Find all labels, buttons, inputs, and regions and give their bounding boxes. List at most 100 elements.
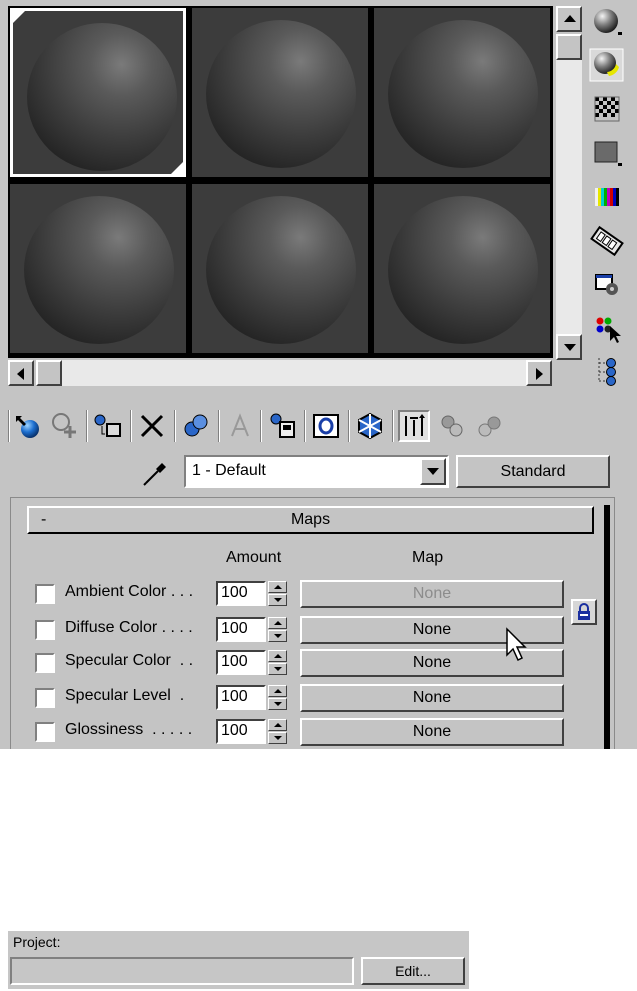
pick-material-eyedropper-icon[interactable] [140, 457, 172, 489]
specular-color-enable-checkbox[interactable] [35, 653, 55, 673]
material-effects-channel-icon[interactable] [266, 410, 298, 442]
specular-level-amount-spinner[interactable] [268, 685, 287, 710]
material-editor-toolbar [8, 404, 628, 448]
put-to-scene-icon[interactable] [48, 410, 80, 442]
toolbar-separator [130, 410, 132, 442]
sample-slot-3[interactable] [374, 8, 550, 177]
scroll-down-button[interactable] [556, 334, 582, 360]
backlight-icon[interactable] [589, 48, 625, 82]
map-row-glossiness: Glossiness . . . . . 100 None [0, 717, 600, 747]
toolbar-separator [218, 410, 220, 442]
make-preview-icon[interactable] [589, 224, 625, 258]
glossiness-amount-input[interactable]: 100 [216, 719, 266, 744]
sample-sphere [24, 196, 174, 344]
map-row-specular-level: Specular Level . 100 None [0, 683, 600, 713]
mouse-cursor-icon [505, 627, 531, 663]
amount-column-header: Amount [226, 549, 282, 566]
vertical-scroll-thumb[interactable] [556, 34, 582, 60]
dropdown-button[interactable] [420, 458, 446, 485]
lock-ambient-diffuse-button[interactable] [571, 599, 597, 625]
material-editor-panel: 1 - Default Standard - Maps Amount Map A… [0, 0, 637, 749]
toolbar-separator [304, 410, 306, 442]
specular-level-enable-checkbox[interactable] [35, 688, 55, 708]
glossiness-enable-checkbox[interactable] [35, 722, 55, 742]
scroll-up-button[interactable] [556, 6, 582, 32]
ambient-enable-checkbox[interactable] [35, 584, 55, 604]
toolbar-separator [86, 410, 88, 442]
diffuse-enable-checkbox[interactable] [35, 620, 55, 640]
show-map-in-viewport-icon[interactable] [310, 410, 342, 442]
map-column-header: Map [412, 549, 444, 566]
project-panel: Project: Edit... [8, 931, 469, 989]
diffuse-amount-input[interactable]: 100 [216, 617, 266, 642]
scroll-left-button[interactable] [8, 360, 34, 386]
arrow-down-icon [564, 344, 576, 351]
sample-sphere [27, 23, 177, 171]
map-row-label: Specular Level . [65, 687, 185, 704]
edit-project-button[interactable]: Edit... [361, 957, 465, 985]
sample-slot-4[interactable] [10, 184, 186, 353]
material-map-navigator-icon[interactable] [589, 354, 625, 388]
ambient-map-button[interactable]: None [300, 580, 564, 608]
horizontal-scroll-thumb[interactable] [36, 360, 62, 386]
toolbar-separator [174, 410, 176, 442]
toolbar-separator [392, 410, 394, 442]
sample-slot-1[interactable] [10, 8, 186, 177]
put-to-library-icon[interactable] [224, 410, 256, 442]
specular-color-amount-input[interactable]: 100 [216, 650, 266, 675]
specular-level-amount-input[interactable]: 100 [216, 685, 266, 710]
glossiness-amount-spinner[interactable] [268, 719, 287, 744]
material-type-button[interactable]: Standard [456, 455, 610, 488]
chevron-down-icon [427, 468, 439, 475]
sample-slot-2[interactable] [192, 8, 368, 177]
background-checker-icon[interactable] [589, 92, 625, 126]
vertical-scroll-track[interactable] [556, 34, 582, 334]
map-row-ambient: Ambient Color . . . 100 None [0, 579, 600, 609]
specular-color-amount-spinner[interactable] [268, 650, 287, 675]
rollout-title: Maps [290, 511, 331, 528]
lock-icon [578, 603, 590, 620]
sample-uv-tiling-icon[interactable] [589, 136, 625, 170]
go-to-parent-icon[interactable] [398, 410, 430, 442]
project-field[interactable] [10, 957, 354, 985]
map-row-label: Ambient Color . . . [65, 583, 194, 600]
toolbar-separator [260, 410, 262, 442]
maps-rollout-header[interactable]: - Maps [27, 506, 594, 534]
project-label: Project: [13, 934, 61, 950]
material-name-dropdown[interactable]: 1 - Default [184, 455, 449, 488]
arrow-right-icon [536, 368, 543, 380]
sample-sphere [206, 196, 356, 344]
material-name-value: 1 - Default [192, 462, 266, 479]
specular-level-map-button[interactable]: None [300, 684, 564, 712]
make-unique-icon[interactable] [180, 410, 212, 442]
ambient-amount-spinner[interactable] [268, 581, 287, 606]
toolbar-separator [8, 410, 10, 442]
map-row-label: Diffuse Color . . . . [65, 619, 193, 636]
show-end-result-icon[interactable] [354, 410, 386, 442]
sample-sphere [206, 20, 356, 168]
material-hierarchy-icon[interactable] [474, 410, 506, 442]
arrow-up-icon [564, 15, 576, 22]
get-material-icon[interactable] [12, 410, 44, 442]
sample-slot-6[interactable] [374, 184, 550, 353]
toolbar-separator [348, 410, 350, 442]
glossiness-map-button[interactable]: None [300, 718, 564, 746]
select-by-material-icon[interactable] [589, 312, 625, 346]
arrow-left-icon [17, 368, 24, 380]
diffuse-amount-spinner[interactable] [268, 617, 287, 642]
sample-sphere [388, 196, 538, 344]
sample-slot-grid [8, 6, 553, 358]
ambient-amount-input[interactable]: 100 [216, 581, 266, 606]
horizontal-scroll-track[interactable] [36, 360, 526, 386]
sample-slot-5[interactable] [192, 184, 368, 353]
scroll-right-button[interactable] [526, 360, 552, 386]
go-forward-to-sibling-icon[interactable] [436, 410, 468, 442]
map-row-label: Glossiness . . . . . [65, 721, 193, 738]
panel-right-edge [604, 505, 610, 749]
sample-sphere [388, 20, 538, 168]
assign-to-selection-icon[interactable] [92, 410, 124, 442]
options-icon[interactable] [589, 268, 625, 302]
video-color-check-icon[interactable] [589, 180, 625, 214]
sample-type-icon[interactable] [589, 5, 625, 39]
reset-map-icon[interactable] [136, 410, 168, 442]
